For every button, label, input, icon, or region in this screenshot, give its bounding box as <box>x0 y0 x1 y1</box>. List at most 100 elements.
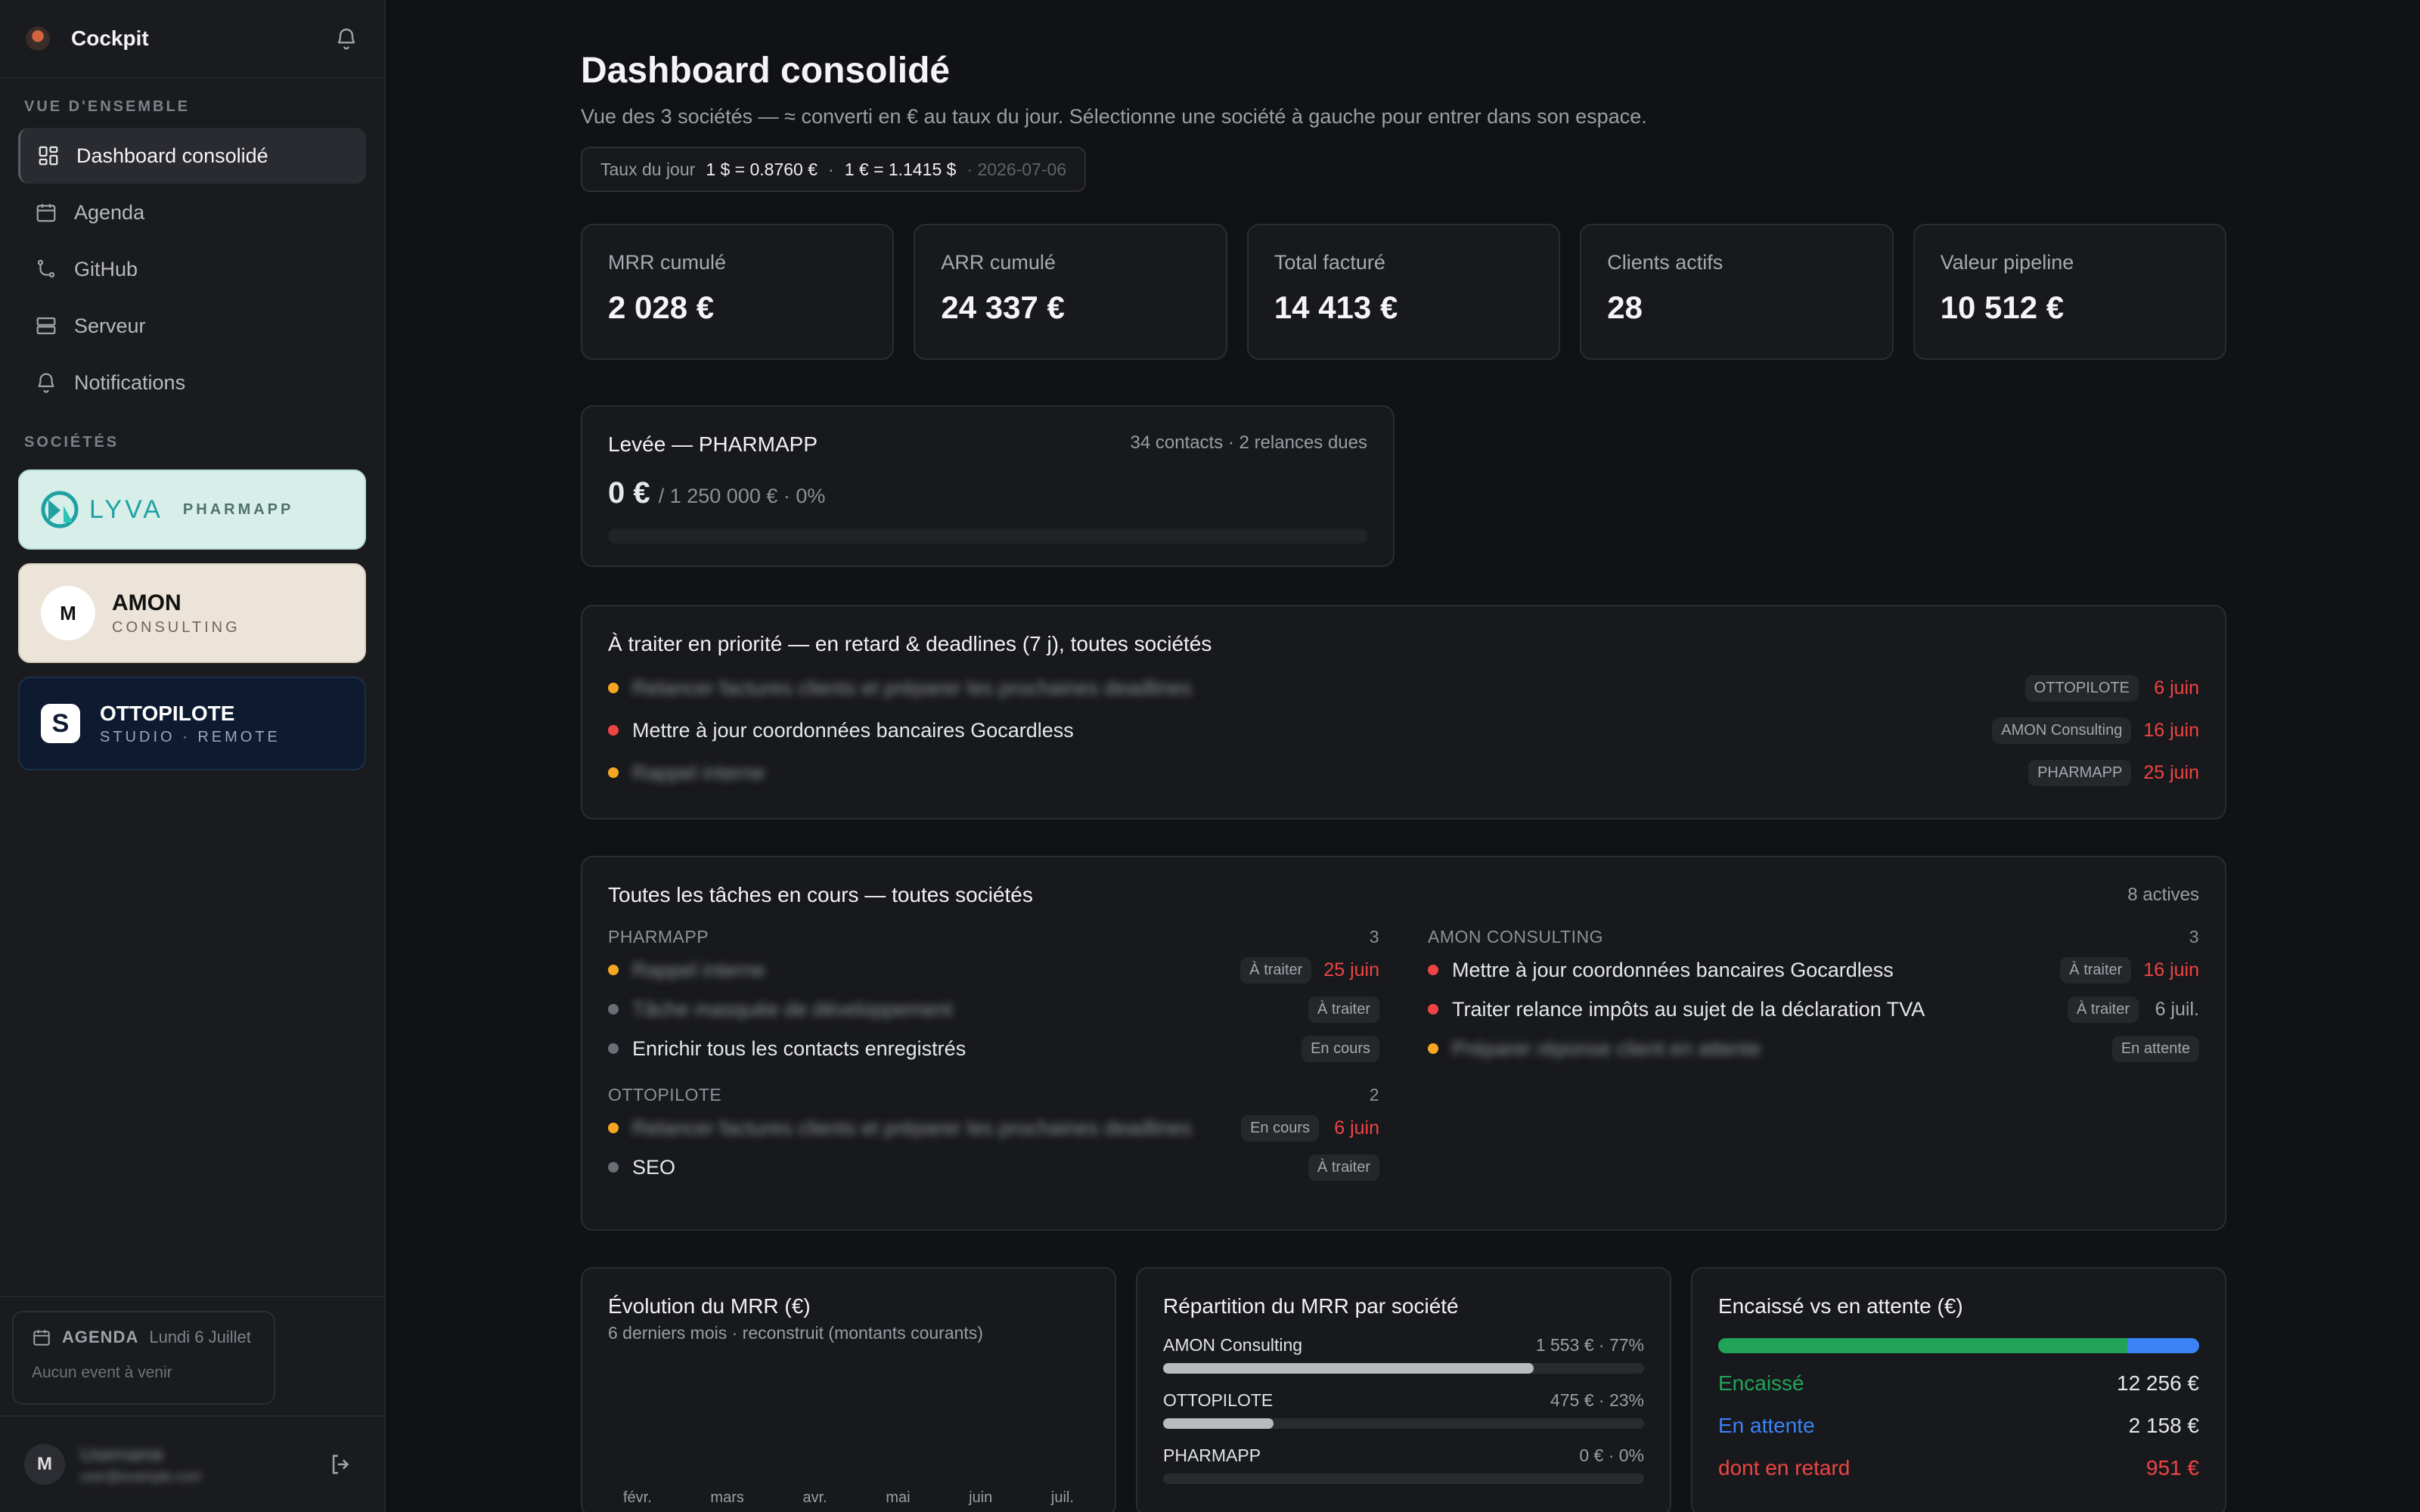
status-dot <box>608 767 619 778</box>
encaisse-label: En attente <box>1718 1414 1815 1437</box>
server-icon <box>36 317 56 335</box>
overview-section-label: VUE D'ENSEMBLE <box>24 98 191 115</box>
task-row[interactable]: SEO À traiter <box>608 1148 1379 1187</box>
task-row[interactable]: Traiter relance impôts au sujet de la dé… <box>1428 990 2199 1029</box>
due-date: 25 juin <box>2143 761 2199 783</box>
rate-label: Taux du jour <box>600 159 696 179</box>
group-count: 3 <box>2189 927 2199 947</box>
kpi-label: Total facturé <box>1274 251 1385 274</box>
sidebar-item-label: Notifications <box>74 370 186 394</box>
status-badge: À traiter <box>1308 996 1379 1023</box>
priority-title: À traiter en priorité — en retard & dead… <box>608 632 1212 655</box>
repartition-title: Répartition du MRR par société <box>1163 1294 1459 1318</box>
month-tick: févr. <box>623 1489 652 1506</box>
repartition-bar <box>1163 1473 1644 1484</box>
sidebar-item-agenda[interactable]: Agenda <box>18 184 366 240</box>
repartition-value: 0 € · 0% <box>1579 1445 1644 1465</box>
status-badge: En attente <box>2111 1035 2199 1062</box>
sidebar-header: Cockpit <box>0 0 384 79</box>
task-text: Mettre à jour coordonnées bancaires Goca… <box>1452 958 1894 981</box>
mrr-subtitle: 6 derniers mois · reconstruit (montants … <box>608 1323 983 1343</box>
agenda-empty-text: Aucun event à venir <box>32 1364 172 1381</box>
sidebar-item-github[interactable]: GitHub <box>18 241 366 297</box>
kpi-label: ARR cumulé <box>941 251 1056 274</box>
company-name: OTTOPILOTE <box>100 701 235 725</box>
priority-item[interactable]: Mettre à jour coordonnées bancaires Goca… <box>608 709 2199 751</box>
company-card-lyva[interactable]: LYVA PHARMAPP <box>18 469 366 550</box>
mrr-x-axis: févr. mars avr. mai juin juil. <box>608 1489 1089 1507</box>
task-text: Préparer réponse client en attente <box>1452 1036 1761 1060</box>
repartition-row: PHARMAPP 0 € · 0% <box>1163 1445 1644 1484</box>
mrr-repartition-card: Répartition du MRR par société AMON Cons… <box>1136 1267 1671 1512</box>
task-row[interactable]: Tâche masquée de développement À traiter <box>608 990 1379 1029</box>
status-badge: À traiter <box>1240 956 1312 984</box>
task-row[interactable]: Mettre à jour coordonnées bancaires Goca… <box>1428 950 2199 990</box>
company-subtitle: CONSULTING <box>112 618 240 636</box>
task-group-header: AMON CONSULTING 3 <box>1428 927 2199 947</box>
task-row[interactable]: Rappel interne À traiter 25 juin <box>608 950 1379 990</box>
sidebar-item-label: Dashboard consolidé <box>76 144 268 167</box>
rate-separator: · <box>828 159 834 179</box>
encaisse-value: 2 158 € <box>2128 1414 2199 1437</box>
task-row[interactable]: Enrichir tous les contacts enregistrés En… <box>608 1029 1379 1068</box>
app-root: Cockpit VUE D'ENSEMBLE Dashboard consoli… <box>0 0 2420 1512</box>
kpi-label: MRR cumulé <box>608 251 727 274</box>
git-branch-icon <box>37 259 55 278</box>
company-subtitle: STUDIO · REMOTE <box>100 728 281 745</box>
status-badge: En cours <box>1302 1035 1379 1062</box>
exchange-rate-badge: Taux du jour 1 $ = 0.8760 € · 1 € = 1.14… <box>581 147 1087 192</box>
status-badge: En cours <box>1241 1114 1319 1142</box>
task-text: Tâche masquée de développement <box>632 997 953 1021</box>
kpi-value: 14 413 € <box>1274 290 1398 325</box>
status-dot <box>608 1162 619 1173</box>
levee-target: / 1 250 000 € · 0% <box>658 485 826 507</box>
task-row[interactable]: Relancer factures clients et préparer le… <box>608 1108 1379 1148</box>
sidebar-item-dashboard[interactable]: Dashboard consolidé <box>18 128 366 184</box>
tasks-count: 8 actives <box>2127 885 2199 905</box>
month-tick: mai <box>886 1489 911 1506</box>
sidebar-item-serveur[interactable]: Serveur <box>18 298 366 354</box>
sidebar-item-label: GitHub <box>74 257 138 280</box>
sidebar-item-notifications[interactable]: Notifications <box>18 355 366 411</box>
user-profile[interactable]: M Username user@example.com <box>24 1444 201 1485</box>
agenda-widget[interactable]: AGENDA Lundi 6 Juillet Aucun event à ven… <box>12 1311 275 1405</box>
due-date: 16 juin <box>2143 959 2199 981</box>
company-card-ottopilote[interactable]: S OTTOPILOTE STUDIO · REMOTE <box>18 677 366 770</box>
user-name: Username <box>80 1444 164 1465</box>
lyva-logo-icon <box>41 491 79 528</box>
levee-title: Levée — PHARMAPP <box>608 432 818 456</box>
status-dot <box>608 1043 619 1054</box>
encaisse-card: Encaissé vs en attente (€) Encaissé 12 25… <box>1691 1267 2226 1512</box>
status-badge: À traiter <box>1308 1154 1379 1181</box>
company-card-amon[interactable]: M AMON CONSULTING <box>18 563 366 663</box>
levee-meta: 34 contacts · 2 relances dues <box>1130 432 1367 453</box>
priority-item[interactable]: Relancer factures clients et préparer le… <box>608 667 2199 709</box>
amon-logo-icon: M <box>41 586 95 640</box>
page-title: Dashboard consolidé <box>581 51 951 91</box>
companies-section-label: SOCIÉTÉS <box>24 434 119 451</box>
encaisse-row: Encaissé 12 256 € <box>1718 1371 2199 1396</box>
mrr-title: Évolution du MRR (€) <box>608 1294 811 1318</box>
sidebar-item-label: Serveur <box>74 314 146 337</box>
group-name: AMON CONSULTING <box>1428 927 1603 947</box>
tasks-card: Toutes les tâches en cours — toutes soci… <box>581 856 2226 1231</box>
notifications-bell-icon[interactable] <box>334 26 358 51</box>
task-row[interactable]: Préparer réponse client en attente En att… <box>1428 1029 2199 1068</box>
sidebar-divider <box>0 1296 384 1297</box>
status-badge: À traiter <box>2060 956 2132 984</box>
status-dot <box>1428 1004 1438 1015</box>
logout-icon[interactable] <box>328 1452 354 1477</box>
levee-card[interactable]: Levée — PHARMAPP 34 contacts · 2 relance… <box>581 405 1395 567</box>
priority-item[interactable]: Rappel interne PHARMAPP 25 juin <box>608 751 2199 794</box>
sidebar-divider <box>0 1415 384 1417</box>
company-subtitle: PHARMAPP <box>182 500 294 518</box>
calendar-icon <box>36 203 56 222</box>
status-dot <box>608 725 619 736</box>
month-tick: avr. <box>802 1489 827 1506</box>
group-count: 2 <box>1369 1085 1379 1105</box>
kpi-card-mrr: MRR cumulé 2 028 € <box>581 224 895 360</box>
tasks-column-left: PHARMAPP 3 Rappel interne À traiter 25 juin… <box>608 927 1379 1187</box>
due-date: 6 juin <box>1334 1117 1379 1139</box>
page-subtitle: Vue des 3 sociétés — ≈ converti en € au … <box>581 105 1647 128</box>
ottopilote-logo-icon: S <box>41 704 80 743</box>
